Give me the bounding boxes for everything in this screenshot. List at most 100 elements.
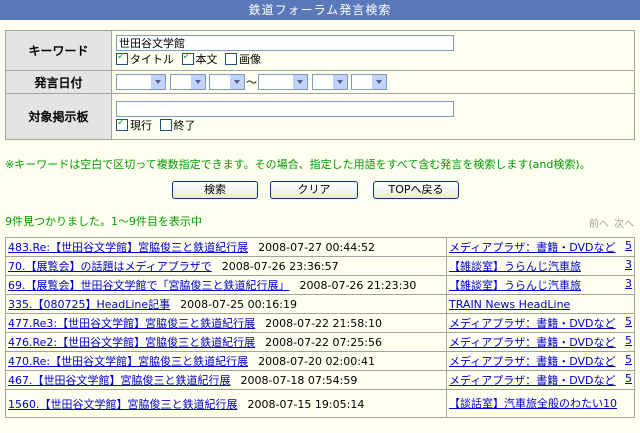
chevron-down-icon: [151, 75, 165, 89]
from-year-select[interactable]: [116, 74, 166, 90]
forum-link[interactable]: 【談話室】汽車旅全般のわたい10: [449, 397, 632, 410]
keyword-label: キーワード: [5, 30, 112, 71]
from-day-select[interactable]: [209, 74, 245, 90]
result-title-link[interactable]: 335.【080725】HeadLine記事: [8, 298, 170, 311]
result-cell: 1560.【世田谷文学館】宮脇俊三と鉄道紀行展 2008-07-15 19:05:…: [5, 389, 447, 418]
forum-name: 【談話室】汽車旅全般のわたい: [449, 397, 603, 410]
table-row: 69.【展覧会】世田谷文学館で「宮脇俊三と鉄道紀行展」 2008-07-26 21…: [5, 275, 635, 295]
result-date: 2008-07-15 19:05:14: [247, 397, 365, 411]
result-title-link[interactable]: 470.Re:【世田谷文学館】宮脇俊三と鉄道紀行展: [8, 355, 248, 368]
forum-link[interactable]: メディアプラザ：書籍・DVDなど 5: [449, 315, 632, 331]
forum-link[interactable]: TRAIN News HeadLine: [449, 298, 632, 311]
result-date: 2008-07-22 21:58:10: [265, 317, 382, 330]
page-title: 鉄道フォーラム発言検索: [0, 0, 640, 20]
chevron-down-icon: [293, 75, 307, 89]
forum-count: 3: [625, 258, 632, 271]
date-cell: ～: [111, 70, 635, 94]
search-button[interactable]: 検索: [172, 181, 258, 199]
result-title-link[interactable]: 467.【世田谷文学館】宮脇俊三と鉄道紀行展: [8, 374, 231, 387]
to-day-select[interactable]: [351, 74, 387, 90]
chevron-down-icon: [332, 75, 347, 89]
result-cell: 69.【展覧会】世田谷文学館で「宮脇俊三と鉄道紀行展」 2008-07-26 21…: [5, 275, 447, 295]
clear-button[interactable]: クリア: [270, 181, 358, 199]
forum-link[interactable]: メディアプラザ：書籍・DVDなど 5: [449, 334, 632, 350]
forum-cell: 【談話室】汽車旅全般のわたい10: [446, 389, 635, 418]
to-month-select[interactable]: [311, 74, 348, 90]
forum-link[interactable]: 【雑談室】うらんじ汽車旅 3: [449, 277, 632, 293]
chevron-down-icon: [230, 75, 244, 89]
table-row: 477.Re3:【世田谷文学館】宮脇俊三と鉄道紀行展 2008-07-22 21:…: [5, 313, 635, 333]
option-title[interactable]: タイトル: [116, 51, 174, 66]
forum-count: 3: [625, 277, 632, 290]
table-row: 70.【展覧会】の話題はメディアプラザで 2008-07-26 23:36:57 【…: [5, 256, 635, 276]
table-row: 335.【080725】HeadLine記事 2008-07-25 00:16:1…: [5, 294, 635, 314]
forum-cell: TRAIN News HeadLine: [446, 294, 635, 314]
forum-cell: メディアプラザ：書籍・DVDなど 5: [446, 237, 635, 257]
table-row: 467.【世田谷文学館】宮脇俊三と鉄道紀行展 2008-07-18 07:54:5…: [5, 370, 635, 390]
result-count: 9件見つかりました。1～9件目を表示中: [5, 215, 202, 228]
forum-link[interactable]: メディアプラザ：書籍・DVDなど 5: [449, 239, 632, 255]
next-link[interactable]: 次へ: [614, 219, 634, 230]
date-range-tilde: ～: [246, 76, 257, 89]
forum-count: 5: [625, 239, 632, 252]
forum-link[interactable]: メディアプラザ：書籍・DVDなど 5: [449, 353, 632, 369]
result-title-link[interactable]: 476.Re2:【世田谷文学館】宮脇俊三と鉄道紀行展: [8, 336, 255, 349]
result-cell: 470.Re:【世田谷文学館】宮脇俊三と鉄道紀行展 2008-07-20 02:0…: [5, 351, 447, 371]
to-year-select[interactable]: [258, 74, 308, 90]
forum-cell: メディアプラザ：書籍・DVDなど 5: [446, 370, 635, 390]
prev-link[interactable]: 前へ: [589, 219, 609, 230]
result-title-link[interactable]: 1560.【世田谷文学館】宮脇俊三と鉄道紀行展: [8, 398, 238, 411]
result-cell: 70.【展覧会】の話題はメディアプラザで 2008-07-26 23:36:57: [5, 256, 447, 276]
forum-name: メディアプラザ：書籍・DVDなど: [449, 374, 616, 387]
forum-cell: メディアプラザ：書籍・DVDなど 5: [446, 332, 635, 352]
result-title-link[interactable]: 477.Re3:【世田谷文学館】宮脇俊三と鉄道紀行展: [8, 317, 255, 330]
result-cell: 483.Re:【世田谷文学館】宮脇俊三と鉄道紀行展 2008-07-27 00:4…: [5, 237, 447, 257]
pager: 前へ 次へ: [589, 215, 639, 230]
forum-count: 5: [625, 315, 632, 328]
forum-count: 5: [625, 372, 632, 385]
results-table: 483.Re:【世田谷文学館】宮脇俊三と鉄道紀行展 2008-07-27 00:4…: [5, 237, 635, 418]
result-cell: 477.Re3:【世田谷文学館】宮脇俊三と鉄道紀行展 2008-07-22 21:…: [5, 313, 447, 333]
option-body[interactable]: 本文: [181, 51, 218, 66]
board-label: 対象掲示板: [5, 93, 112, 140]
table-row: 1560.【世田谷文学館】宮脇俊三と鉄道紀行展 2008-07-15 19:05:…: [5, 389, 635, 418]
table-row: 476.Re2:【世田谷文学館】宮脇俊三と鉄道紀行展 2008-07-22 07:…: [5, 332, 635, 352]
keyword-input[interactable]: [116, 34, 454, 51]
search-form: キーワード タイトル 本文 画像 発言日付 ～ 対象掲示板 現行 終了: [5, 30, 635, 140]
forum-count: 10: [603, 397, 617, 410]
forum-link[interactable]: 【雑談室】うらんじ汽車旅 3: [449, 258, 632, 274]
title-checkbox[interactable]: [116, 51, 128, 65]
result-date: 2008-07-26 21:23:30: [299, 279, 417, 292]
ended-checkbox[interactable]: [159, 118, 172, 131]
image-checkbox[interactable]: [225, 52, 237, 65]
result-cell: 467.【世田谷文学館】宮脇俊三と鉄道紀行展 2008-07-18 07:54:5…: [5, 370, 447, 390]
board-input[interactable]: [116, 100, 454, 117]
result-date: 2008-07-18 07:54:59: [240, 374, 358, 387]
forum-name: メディアプラザ：書籍・DVDなど: [449, 355, 616, 368]
result-date: 2008-07-25 00:16:19: [180, 298, 297, 311]
result-date: 2008-07-20 02:00:41: [258, 355, 375, 368]
result-title-link[interactable]: 69.【展覧会】世田谷文学館で「宮脇俊三と鉄道紀行展」: [8, 279, 290, 292]
chevron-down-icon: [190, 75, 205, 89]
board-cell: 現行 終了: [111, 93, 635, 140]
result-title-link[interactable]: 483.Re:【世田谷文学館】宮脇俊三と鉄道紀行展: [8, 241, 248, 254]
from-month-select[interactable]: [169, 74, 206, 90]
result-title-link[interactable]: 70.【展覧会】の話題はメディアプラザで: [8, 260, 212, 273]
body-checkbox[interactable]: [181, 51, 194, 65]
option-ended[interactable]: 終了: [159, 118, 196, 132]
forum-cell: 【雑談室】うらんじ汽車旅 3: [446, 275, 635, 295]
current-checkbox[interactable]: [116, 117, 128, 131]
forum-name: 【雑談室】うらんじ汽車旅: [449, 279, 581, 292]
date-label: 発言日付: [5, 70, 112, 94]
forum-name: メディアプラザ：書籍・DVDなど: [449, 317, 616, 330]
chevron-down-icon: [372, 75, 386, 89]
forum-link[interactable]: メディアプラザ：書籍・DVDなど 5: [449, 372, 632, 388]
table-row: 483.Re:【世田谷文学館】宮脇俊三と鉄道紀行展 2008-07-27 00:4…: [5, 237, 635, 257]
top-button[interactable]: TOPへ戻る: [373, 181, 459, 199]
forum-count: 5: [625, 353, 632, 366]
option-current[interactable]: 現行: [116, 117, 152, 132]
option-image[interactable]: 画像: [225, 52, 261, 66]
result-cell: 476.Re2:【世田谷文学館】宮脇俊三と鉄道紀行展 2008-07-22 07:…: [5, 332, 447, 352]
result-cell: 335.【080725】HeadLine記事 2008-07-25 00:16:1…: [5, 294, 447, 314]
table-row: 470.Re:【世田谷文学館】宮脇俊三と鉄道紀行展 2008-07-20 02:0…: [5, 351, 635, 371]
